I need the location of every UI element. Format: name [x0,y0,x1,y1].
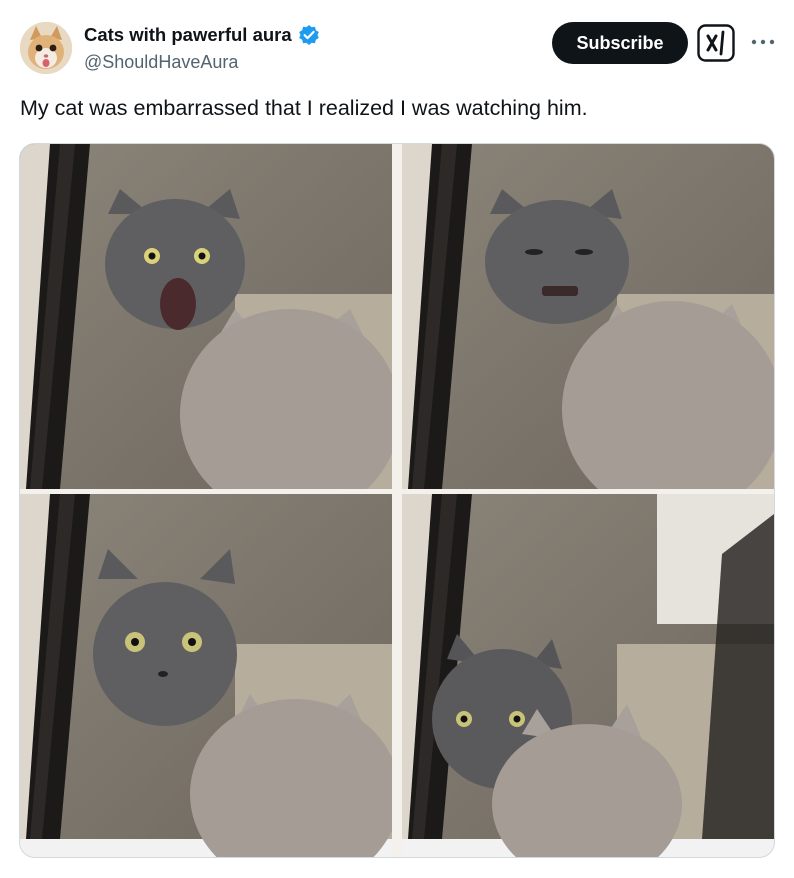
avatar[interactable] [20,22,72,74]
grok-button[interactable] [697,24,735,62]
subscribe-button[interactable]: Subscribe [552,22,688,64]
cat-photo-grid [20,144,774,857]
cat-avatar-icon [20,22,72,74]
cat-photo-panel-2 [402,144,774,517]
author-handle[interactable]: @ShouldHaveAura [84,52,238,73]
cat-photo-panel-3 [20,494,400,857]
grok-icon [697,24,735,62]
verified-badge-icon [298,25,319,45]
tweet-media[interactable] [19,143,775,858]
more-icon [751,39,775,45]
cat-photo-panel-1 [20,144,400,519]
more-options-button[interactable] [748,30,778,54]
display-name-text: Cats with pawerful aura [84,24,292,45]
author-name[interactable]: Cats with pawerful aura [84,24,320,46]
cat-photo-panel-4 [402,494,774,857]
tweet-text: My cat was embarrassed that I realized I… [20,96,588,120]
